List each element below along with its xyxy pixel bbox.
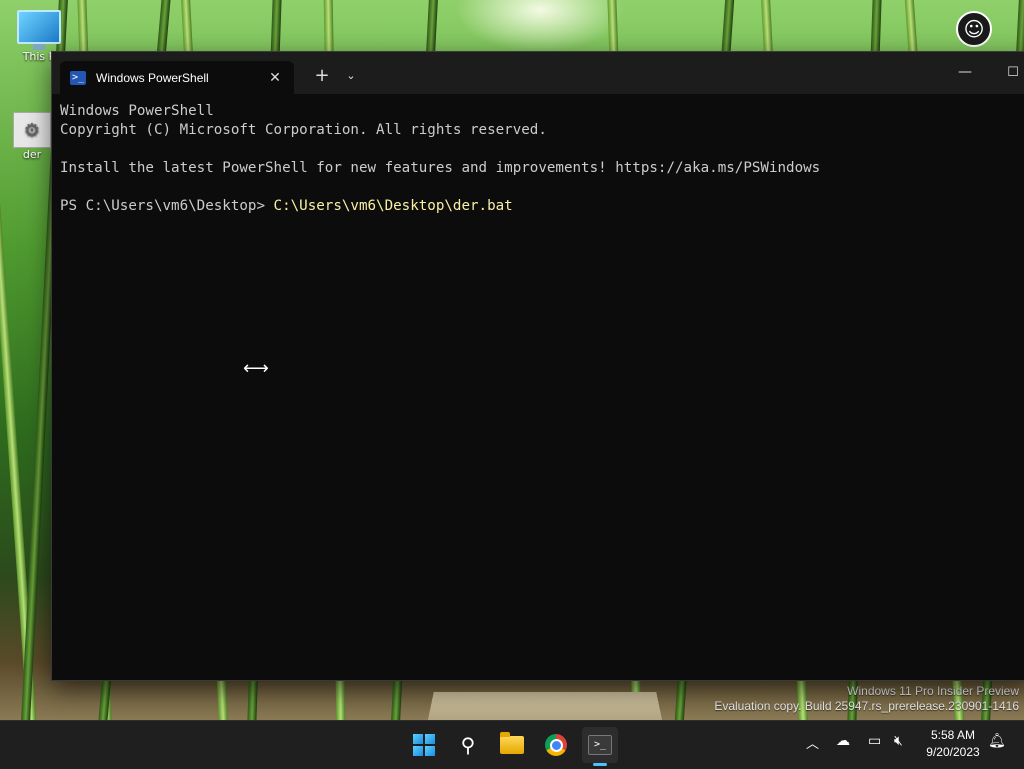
evaluation-watermark: Windows 11 Pro Insider Preview Evaluatio… [714,684,1019,714]
desktop-icon-label: der [22,148,42,161]
terminal-button[interactable]: >_ [582,727,618,766]
search-icon[interactable]: ⚲ [450,727,486,763]
maximize-button[interactable]: ☐ [996,62,1024,84]
notification-bell-icon[interactable]: 🔔︎ [988,733,1006,749]
console-line: Install the latest PowerShell for new fe… [60,160,821,176]
chrome-icon [545,734,567,756]
clock[interactable]: 5:58 AM 9/20/2023 [918,727,988,761]
active-indicator [593,763,607,766]
command-text: C:\Users\vm6\Desktop\der.bat [273,198,513,214]
volume-muted-icon[interactable]: 🔇︎ [894,733,903,749]
clock-time: 5:58 AM [930,728,976,742]
resize-cursor-icon: ⟷ [243,358,269,379]
new-tab-button[interactable]: + [310,64,334,88]
powershell-icon: >_ [70,70,86,85]
desktop-icon-der-bat[interactable]: ⚙ der [12,112,52,161]
terminal-window[interactable]: >_ Windows PowerShell ✕ + ⌄ — ☐ Windows … [52,52,1024,680]
start-button[interactable] [406,727,442,763]
computer-icon [17,10,61,44]
prompt-line: PS C:\Users\vm6\Desktop> C:\Users\vm6\De… [60,197,1020,216]
accessibility-icon[interactable]: ☺ [956,11,992,47]
taskbar: ⚲ >_ ︿ ☁ ▭ 🔇︎ 5:58 AM 9/20/2023 🔔︎ [0,720,1024,769]
clock-date: 9/20/2023 [926,745,980,759]
network-icon[interactable]: ▭ [868,733,881,749]
prompt: PS C:\Users\vm6\Desktop> [60,198,274,214]
onedrive-icon[interactable]: ☁ [836,733,850,749]
watermark-line-1: Windows 11 Pro Insider Preview [847,684,1019,698]
chevron-up-icon[interactable]: ︿ [806,733,819,752]
console-output[interactable]: Windows PowerShell Copyright (C) Microsof… [60,102,1020,216]
tab-title: Windows PowerShell [96,70,209,85]
close-tab-icon[interactable]: ✕ [266,70,284,86]
file-explorer-button[interactable] [494,727,530,763]
minimize-button[interactable]: — [948,62,982,84]
console-line: Windows PowerShell [60,103,214,119]
chevron-down-icon[interactable]: ⌄ [340,64,362,88]
terminal-icon: >_ [588,735,612,755]
folder-icon [500,732,524,754]
batch-file-icon: ⚙ [13,112,51,148]
watermark-line-2: Evaluation copy. Build 25947.rs_prerelea… [714,699,1019,713]
windows-logo-icon [413,734,435,756]
stone-path [425,691,665,720]
console-line: Copyright (C) Microsoft Corporation. All… [60,122,547,138]
tab-windows-powershell[interactable]: >_ Windows PowerShell ✕ [60,61,294,94]
chrome-button[interactable] [538,727,574,763]
title-bar[interactable]: >_ Windows PowerShell ✕ + ⌄ — ☐ [52,52,1024,94]
